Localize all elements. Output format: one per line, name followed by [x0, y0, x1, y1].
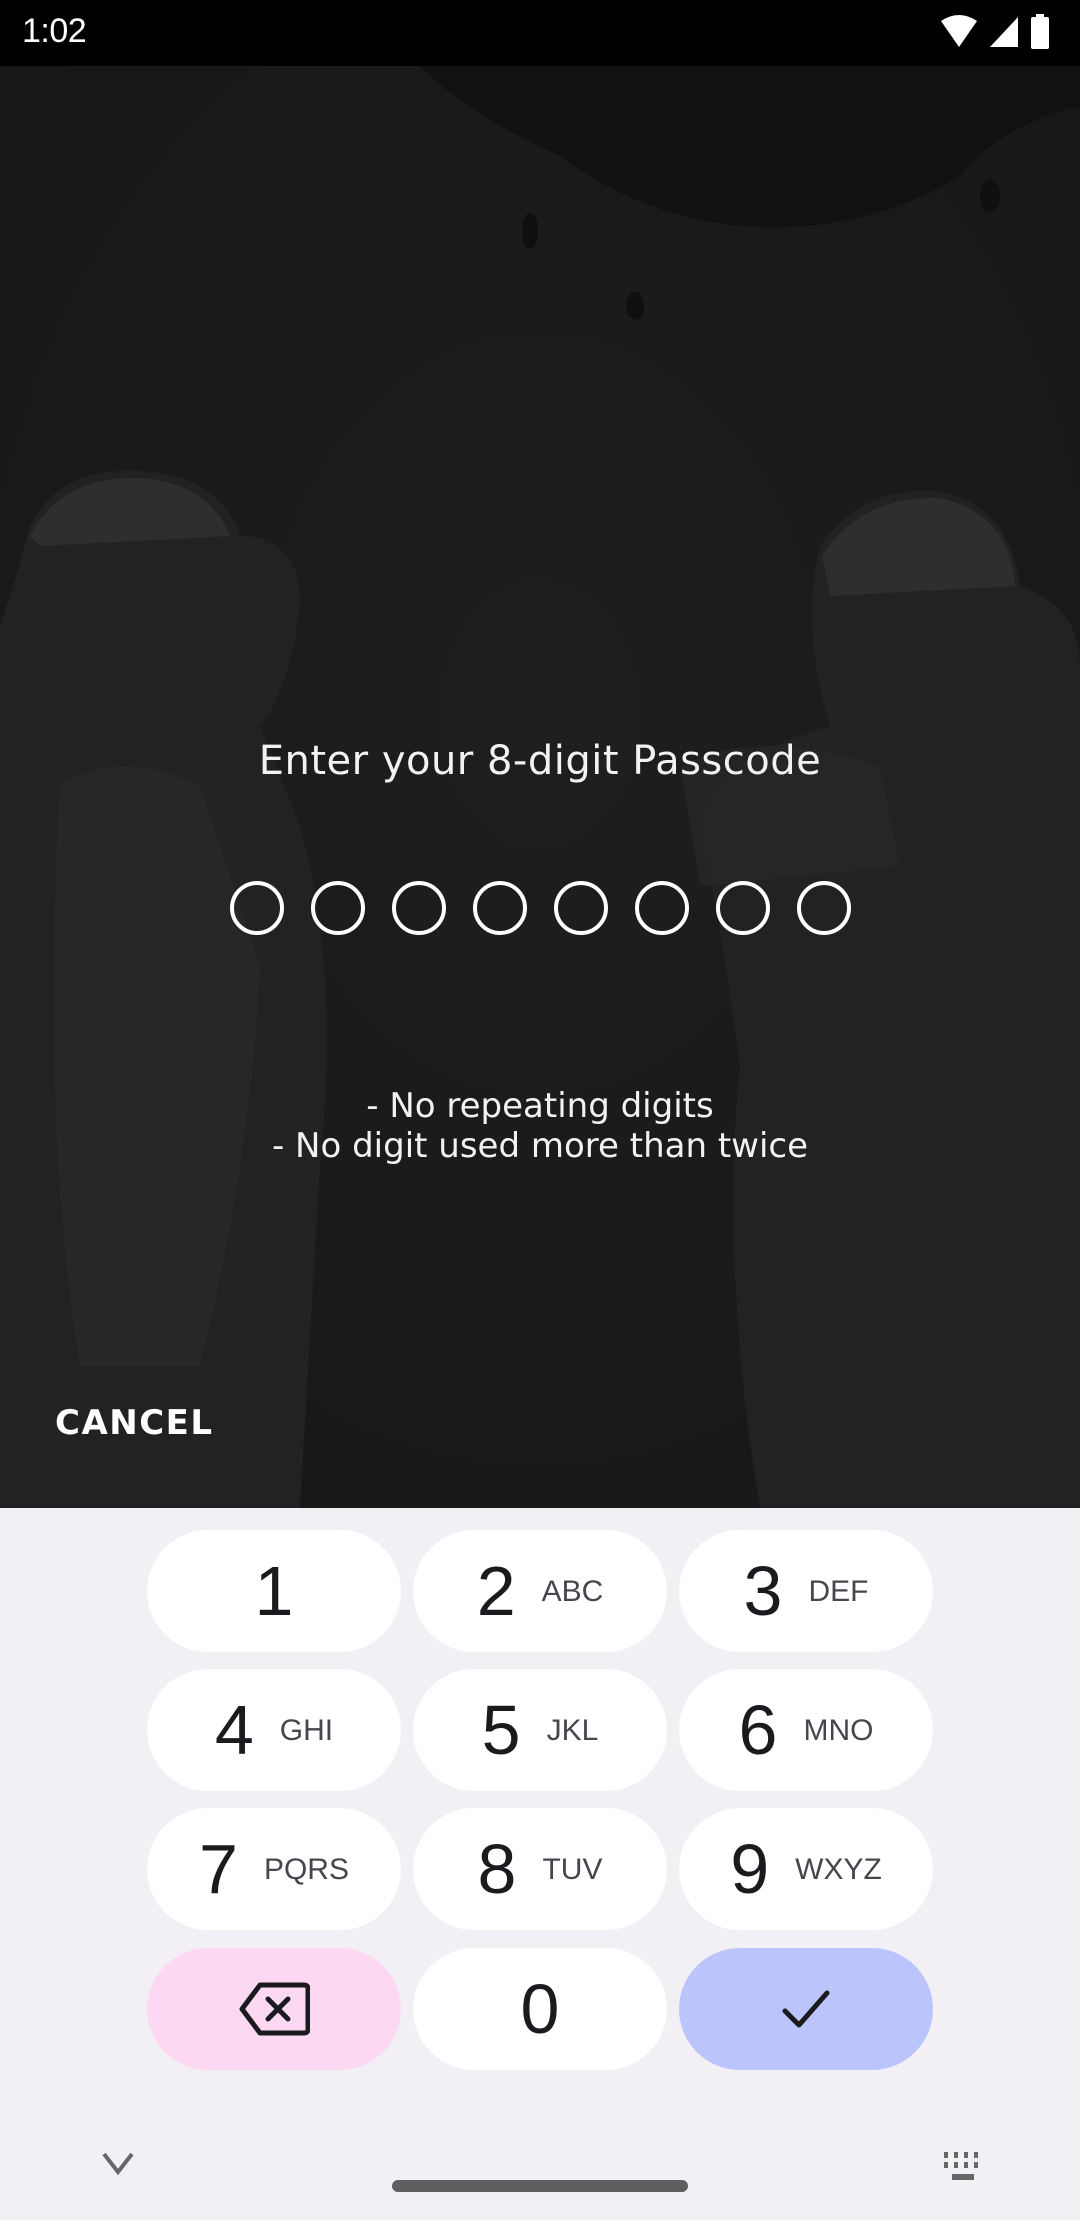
key-digit: 2	[476, 1552, 516, 1630]
key-digit: 7	[199, 1830, 238, 1908]
key-8[interactable]: 8 TUV	[413, 1808, 667, 1930]
passcode-dot	[472, 881, 527, 935]
key-letters: TUV	[542, 1853, 603, 1886]
key-3[interactable]: 3 DEF	[679, 1530, 933, 1652]
key-digit: 4	[214, 1691, 254, 1769]
passcode-dot	[715, 881, 770, 935]
passcode-rules: - No repeating digits - No digit used mo…	[0, 1086, 1080, 1166]
key-letters: MNO	[803, 1714, 874, 1747]
keyboard-icon[interactable]	[942, 2150, 986, 2184]
key-digit: 9	[730, 1830, 770, 1908]
chevron-down-icon[interactable]	[100, 2150, 136, 2178]
key-letters: JKL	[546, 1714, 599, 1747]
passcode-dot	[310, 881, 365, 935]
key-6[interactable]: 6 MNO	[679, 1669, 933, 1791]
rule-max-twice: - No digit used more than twice	[271, 1126, 809, 1166]
confirm-key[interactable]	[679, 1948, 933, 2070]
checkmark-icon	[782, 1990, 830, 2028]
passcode-dot	[229, 881, 284, 935]
passcode-dot	[391, 881, 446, 935]
key-letters: ABC	[541, 1575, 604, 1608]
status-icons	[940, 14, 1050, 50]
wifi-icon	[941, 15, 977, 47]
rule-no-repeating: - No repeating digits	[366, 1086, 714, 1126]
key-9[interactable]: 9 WXYZ	[679, 1808, 933, 1930]
key-5[interactable]: 5 JKL	[413, 1669, 667, 1791]
battery-icon	[1031, 14, 1049, 49]
passcode-prompt: Enter your 8-digit Passcode	[258, 738, 822, 784]
status-bar: 1:02	[0, 0, 1080, 66]
delete-key[interactable]	[147, 1948, 401, 2070]
key-digit: 3	[743, 1552, 783, 1630]
cellular-signal-icon	[990, 17, 1018, 47]
passcode-dot	[796, 881, 851, 935]
passcode-dot	[553, 881, 608, 935]
home-gesture-bar[interactable]	[392, 2180, 688, 2192]
status-time: 1:02	[22, 12, 87, 50]
key-7[interactable]: 7 PQRS	[147, 1808, 401, 1930]
keyboard-nav-bar	[0, 2110, 1080, 2220]
key-letters: GHI	[279, 1714, 334, 1747]
key-letters: DEF	[808, 1575, 869, 1608]
cancel-button[interactable]: CANCEL	[55, 1403, 214, 1443]
key-1[interactable]: 1	[147, 1530, 401, 1652]
key-4[interactable]: 4 GHI	[147, 1669, 401, 1791]
key-0[interactable]: 0	[413, 1948, 667, 2070]
key-digit: 8	[477, 1830, 517, 1908]
key-letters: WXYZ	[795, 1853, 882, 1886]
background-photo	[0, 66, 1080, 1508]
passcode-dots	[0, 881, 1080, 935]
passcode-screen: Enter your 8-digit Passcode - No repeati…	[0, 66, 1080, 1508]
key-letters: PQRS	[263, 1853, 349, 1886]
key-digit: 1	[254, 1552, 294, 1630]
key-digit: 5	[481, 1691, 521, 1769]
passcode-dot	[634, 881, 689, 935]
key-2[interactable]: 2 ABC	[413, 1530, 667, 1652]
backspace-icon	[239, 1982, 310, 2036]
key-digit: 0	[520, 1970, 560, 2048]
key-digit: 6	[738, 1691, 778, 1769]
